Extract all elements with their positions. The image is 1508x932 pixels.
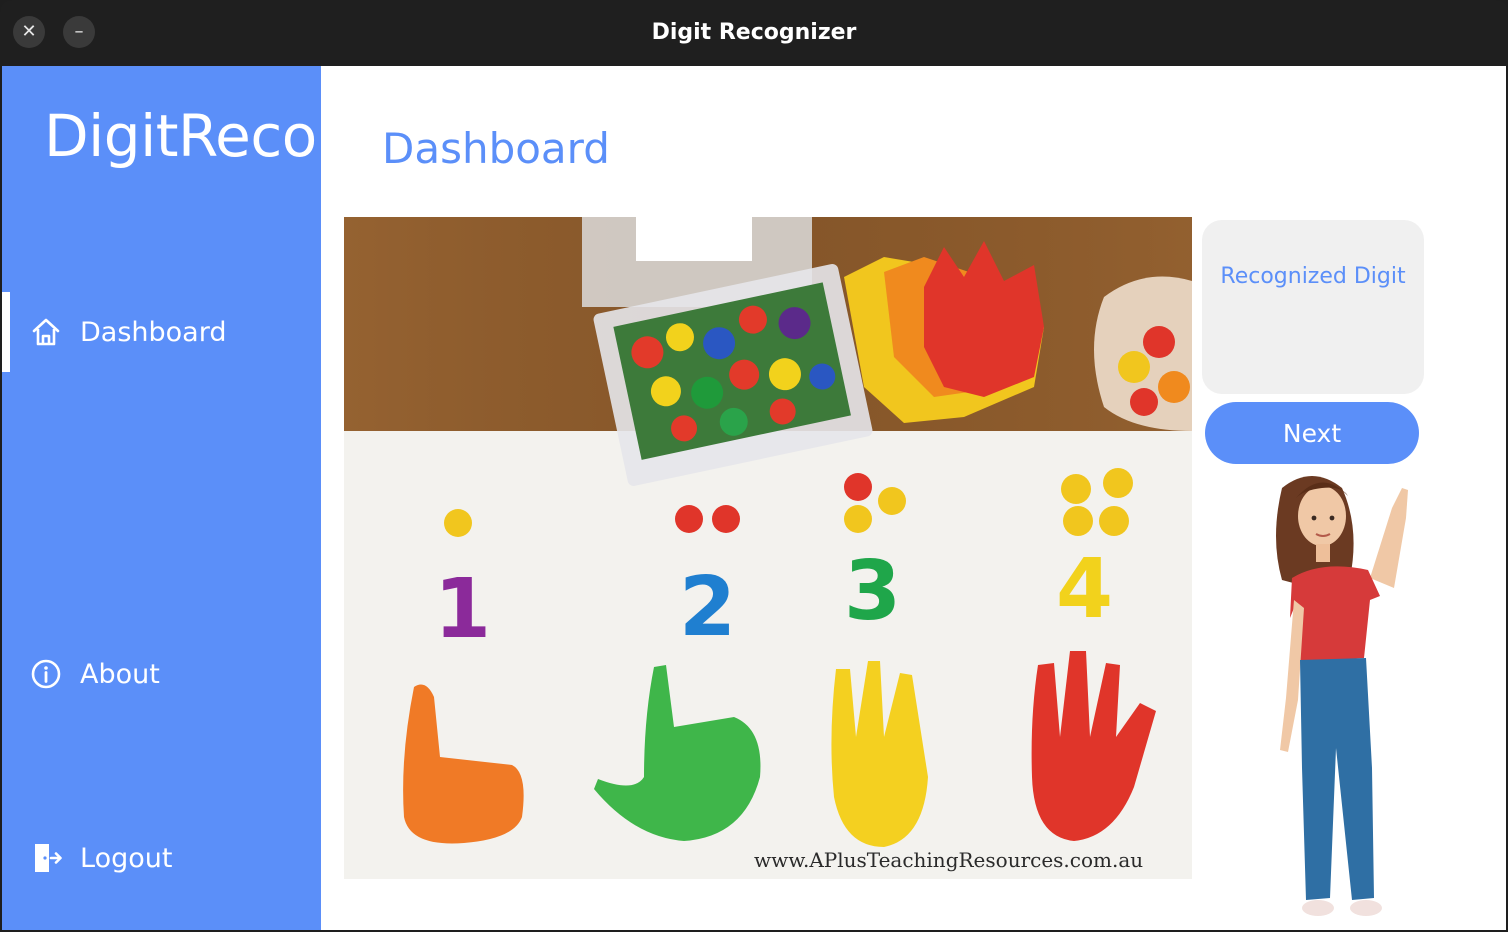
recognized-digit-label: Recognized Digit [1220, 264, 1406, 289]
svg-text:2: 2 [679, 560, 736, 655]
svg-text:1: 1 [434, 562, 491, 657]
sidebar-item-label: About [80, 658, 160, 690]
digit-image: 1 2 3 4 www.APlusTeachingResources.com.a… [344, 217, 1192, 879]
next-button[interactable]: Next [1205, 402, 1419, 464]
svg-text:3: 3 [844, 544, 901, 639]
waving-girl-avatar [1276, 476, 1408, 916]
image-watermark: www.APlusTeachingResources.com.au [754, 848, 1143, 872]
logout-icon [35, 844, 62, 872]
sidebar-item-dashboard[interactable]: Dashboard [2, 300, 321, 364]
brand-title: DigitReco [44, 102, 317, 170]
app-window: DigitReco Dashboard About Logout Dashboa… [2, 66, 1506, 930]
sidebar-item-about[interactable]: About [2, 642, 321, 706]
page-title: Dashboard [382, 124, 610, 173]
sidebar-item-label: Logout [80, 842, 173, 874]
window-title: Digit Recognizer [651, 20, 857, 45]
home-icon [32, 318, 60, 346]
sidebar-item-logout[interactable]: Logout [2, 826, 321, 890]
svg-text:4: 4 [1056, 542, 1113, 637]
sidebar: DigitReco Dashboard About Logout [2, 66, 321, 930]
sidebar-item-label: Dashboard [80, 316, 227, 348]
window-titlebar: ✕ – Digit Recognizer [0, 0, 1508, 66]
info-icon [31, 659, 61, 689]
recognized-digit-panel: Recognized Digit [1202, 220, 1424, 394]
